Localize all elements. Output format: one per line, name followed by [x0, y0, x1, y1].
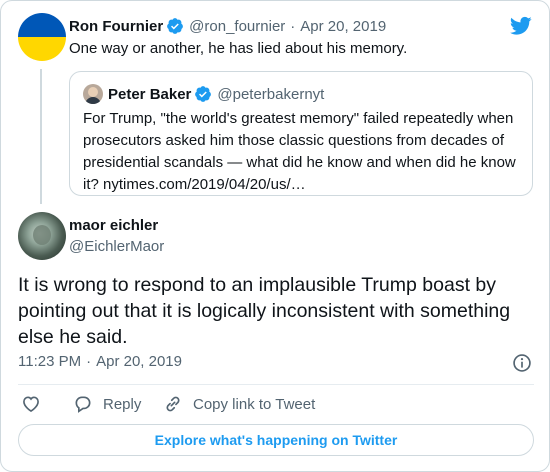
tweet-timestamp: 11:23 PM · Apr 20, 2019 — [18, 353, 182, 370]
author-name[interactable]: Ron Fournier — [69, 18, 163, 35]
info-icon[interactable] — [512, 353, 532, 373]
reply-bubble-icon — [75, 396, 91, 413]
quoted-tweet-text: For Trump, "the world's greatest memory"… — [83, 108, 516, 196]
verified-badge-icon — [195, 86, 212, 102]
parent-tweet-header: Ron Fournier @ron_fournier · Apr 20, 201… — [69, 15, 386, 37]
thread-connector-line — [40, 69, 42, 204]
author-name[interactable]: maor eichler — [69, 217, 158, 234]
heart-icon[interactable] — [21, 394, 41, 414]
link-icon — [166, 396, 180, 412]
flag-yellow-half — [18, 37, 66, 61]
parent-tweet-text: One way or another, he has lied about hi… — [69, 40, 408, 57]
embedded-tweet-card: Ron Fournier @ron_fournier · Apr 20, 201… — [0, 0, 550, 472]
quoted-text-line: it? nytimes.com/2019/04/20/us/… — [83, 176, 306, 193]
twitter-bird-icon[interactable] — [510, 16, 532, 36]
tweet-text-line: It is wrong to respond to an implausible… — [18, 274, 496, 296]
avatar[interactable] — [18, 13, 66, 61]
tweet-text-line: else he said. — [18, 326, 128, 348]
explore-twitter-button[interactable]: Explore what's happening on Twitter — [18, 424, 534, 456]
tweet-date[interactable]: Apr 20, 2019 — [300, 18, 386, 35]
meta-separator: · — [290, 17, 296, 35]
copy-link-label: Copy link to Tweet — [193, 395, 316, 413]
quoted-author-handle: @peterbakernyt — [217, 85, 325, 103]
tweet-text: It is wrong to respond to an implausible… — [18, 272, 510, 350]
quoted-text-line: For Trump, "the world's greatest memory"… — [83, 110, 514, 127]
avatar[interactable] — [18, 212, 66, 260]
divider — [18, 384, 534, 385]
quoted-tweet-header: Peter Baker @peterbakernyt — [108, 83, 324, 105]
tweet-date[interactable]: Apr 20, 2019 — [96, 353, 182, 370]
reply-button[interactable]: Reply — [73, 393, 141, 415]
quoted-tweet[interactable]: Peter Baker @peterbakernyt For Trump, "t… — [69, 71, 533, 196]
author-handle[interactable]: @EichlerMaor — [69, 238, 164, 255]
author-handle[interactable]: @ron_fournier — [189, 18, 285, 35]
quoted-text-line: prosecutors asked him those classic ques… — [83, 132, 505, 149]
copy-link-button[interactable]: Copy link to Tweet — [163, 393, 315, 415]
flag-blue-half — [18, 13, 66, 37]
quoted-text-line: presidential scandals — what did he know… — [83, 154, 516, 171]
avatar — [83, 84, 103, 104]
quoted-author-name: Peter Baker — [108, 85, 192, 103]
tweet-time[interactable]: 11:23 PM — [18, 353, 81, 370]
meta-separator: · — [86, 353, 92, 370]
verified-badge-icon — [167, 18, 184, 34]
tweet-text-line: pointing out that it is logically incons… — [18, 300, 511, 322]
reply-label: Reply — [103, 395, 142, 413]
